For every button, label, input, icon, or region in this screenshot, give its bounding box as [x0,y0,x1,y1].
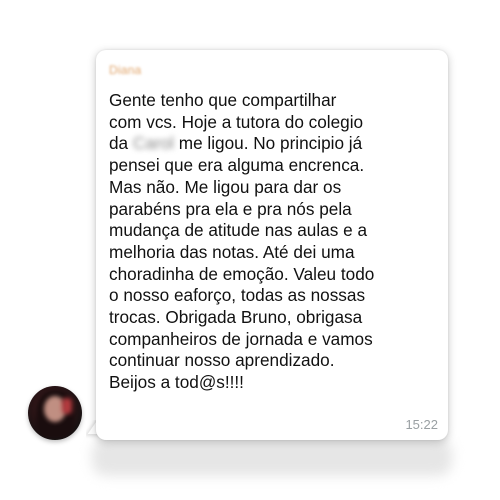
message-line: choradinha de emoção. Valeu todo [109,263,375,284]
message-timestamp: 15:22 [405,417,438,432]
message-line: com vcs. Hoje a tutora do colegio [109,111,364,132]
message-line: o nosso eaforço, todas as nossas [109,285,366,306]
message-line: melhoria das notas. Até dei uma [109,241,355,262]
avatar-accent [62,398,72,414]
sender-name: Diana [109,63,142,77]
message-line: trocas. Obrigada Bruno, obrigasa [109,307,363,328]
message-line: parabéns pra ela e pra nós pela [109,198,352,219]
chat-screenshot: Diana Gente tenho que compartilhar com v… [0,0,500,500]
message-text: Gente tenho que compartilhar com vcs. Ho… [109,90,444,394]
message-line: Gente tenho que compartilhar [109,90,337,110]
avatar[interactable] [28,386,82,440]
message-line: companheiros de jornada e vamos [109,328,373,349]
blurred-child-name: Carol [132,133,174,154]
message-line: Beijos a tod@s!!!! [109,372,244,393]
message-line: mudança de atitude nas aulas e a [109,220,367,241]
message-line: pensei que era alguma encrenca. [109,155,365,176]
bubble-shadow [92,438,452,476]
message-line: continuar nosso aprendizado. [109,350,335,371]
message-line: Mas não. Me ligou para dar os [109,176,342,197]
message-line: da Carol me ligou. No principio já [109,133,363,154]
